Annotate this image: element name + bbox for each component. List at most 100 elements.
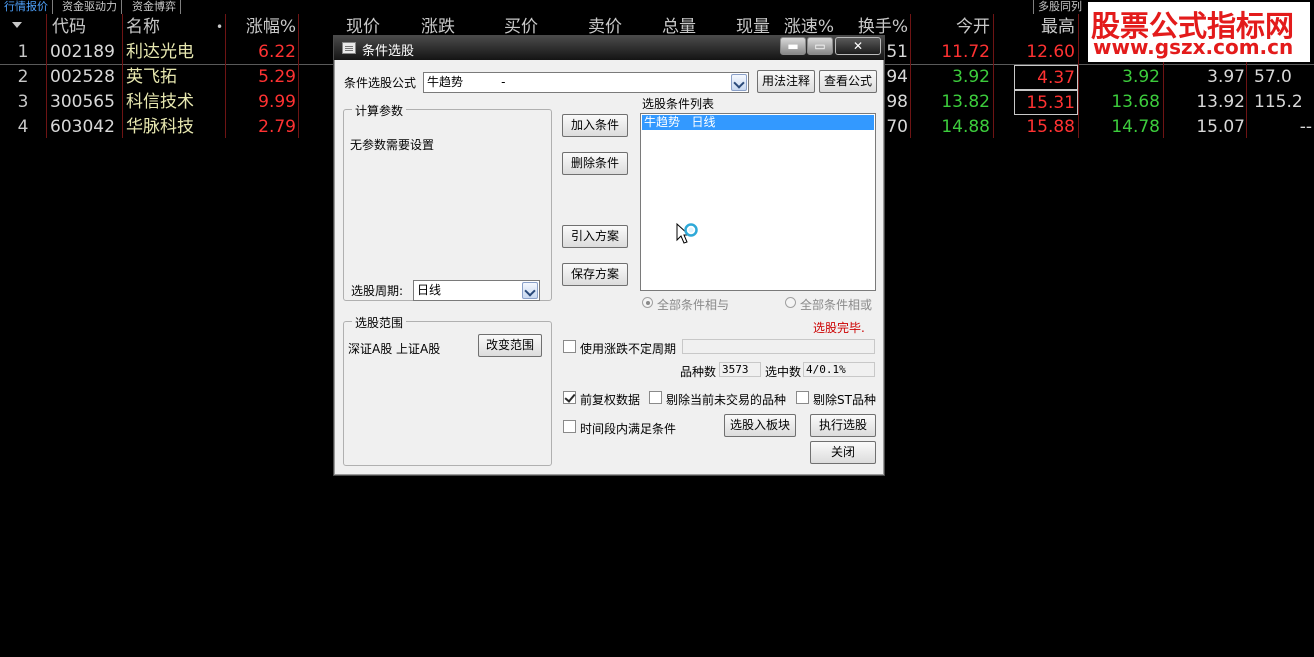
exclude-st-checkbox[interactable] xyxy=(796,391,809,404)
dialog-body: 条件选股公式 牛趋势 - 用法注释 查看公式 计算参数 无参数需要设置 选股周期… xyxy=(337,63,882,473)
busy-cursor-icon xyxy=(676,222,698,244)
period-select[interactable]: 日线 xyxy=(413,280,540,301)
view-formula-button[interactable]: 查看公式 xyxy=(819,70,877,93)
row-index: 4 xyxy=(17,117,29,137)
row-code: 603042 xyxy=(50,117,115,137)
period-range-field[interactable] xyxy=(682,339,875,354)
params-text: 无参数需要设置 xyxy=(350,138,435,152)
change-range-button[interactable]: 改变范围 xyxy=(478,334,542,357)
header-name[interactable]: 名称 xyxy=(126,14,206,40)
row-name: 英飞拓 xyxy=(126,67,177,87)
list-item[interactable]: 牛趋势 日线 xyxy=(642,115,874,130)
exclude-untraded-checkbox[interactable] xyxy=(649,391,662,404)
column-divider xyxy=(298,14,299,138)
minimize-button[interactable]: ▬ xyxy=(780,37,806,55)
range-group-title: 选股范围 xyxy=(352,314,407,331)
time-range-label: 时间段内满足条件 xyxy=(580,422,677,436)
add-condition-button[interactable]: 加入条件 xyxy=(562,114,628,137)
header-high[interactable]: 最高 xyxy=(995,14,1075,40)
row-col3: 3.92 xyxy=(1122,67,1160,87)
row-change-pct: 5.29 xyxy=(258,67,296,87)
row-name: 利达光电 xyxy=(126,42,194,62)
exclude-untraded-label: 剔除当前未交易的品种 xyxy=(666,393,787,407)
row-change-pct: 9.99 xyxy=(258,92,296,112)
delete-condition-button[interactable]: 删除条件 xyxy=(562,152,628,175)
row-col5: -- xyxy=(1299,117,1312,137)
header-change-pct[interactable]: 涨幅% xyxy=(228,14,296,40)
row-name: 华脉科技 xyxy=(126,117,194,137)
radio-all-and-label: 全部条件相与 xyxy=(657,298,730,312)
tab-fund-drive[interactable]: 资金驱动力 xyxy=(58,0,122,14)
row-col5: 115.2 xyxy=(1254,92,1303,112)
range-text: 深证A股 上证A股 xyxy=(348,342,441,356)
site-logo: 股票公式指标网 www.gszx.com.cn xyxy=(1088,2,1310,62)
row-code: 002528 xyxy=(50,67,115,87)
row-index: 3 xyxy=(17,92,29,112)
row-change-pct: 2.79 xyxy=(258,117,296,137)
condition-screen-dialog: 条件选股 ▬ ▭ ✕ 条件选股公式 牛趋势 - 用法注释 查看公式 计算参数 无… xyxy=(333,35,885,476)
row-high: 4.37 xyxy=(1014,65,1078,90)
formula-select[interactable]: 牛趋势 - xyxy=(423,72,749,93)
range-group: 选股范围 深证A股 上证A股 改变范围 xyxy=(343,314,552,466)
radio-all-and[interactable] xyxy=(642,297,653,308)
selected-value: 4/0.1% xyxy=(803,362,875,377)
header-code[interactable]: 代码 xyxy=(52,14,122,40)
row-col3: 14.78 xyxy=(1111,117,1160,137)
dialog-title: 条件选股 xyxy=(362,44,415,59)
sort-down-icon[interactable] xyxy=(12,22,22,28)
dialog-titlebar[interactable]: 条件选股 ▬ ▭ ✕ xyxy=(334,36,884,60)
count-label: 品种数 xyxy=(680,365,717,379)
row-col5: 57.0 xyxy=(1254,67,1292,87)
tab-quotes[interactable]: 行情报价 xyxy=(0,0,53,14)
maximize-button[interactable]: ▭ xyxy=(807,37,833,55)
exclude-st-label: 剔除ST品种 xyxy=(813,393,876,407)
tab-multi-stock[interactable]: 多股同列 xyxy=(1033,0,1086,14)
tab-fund-game[interactable]: 资金博弈 xyxy=(128,0,181,14)
chevron-down-icon[interactable] xyxy=(731,74,747,91)
close-icon[interactable]: ✕ xyxy=(835,37,881,55)
formula-select-value: 牛趋势 - xyxy=(427,75,506,89)
time-range-checkbox[interactable] xyxy=(563,420,576,433)
chevron-down-icon[interactable] xyxy=(522,282,538,299)
count-value: 3573 xyxy=(719,362,761,377)
close-button[interactable]: 关闭 xyxy=(810,441,876,464)
params-group: 计算参数 无参数需要设置 选股周期: 日线 xyxy=(343,102,552,301)
condition-list[interactable]: 牛趋势 日线 xyxy=(640,113,876,291)
row-high: 15.88 xyxy=(1026,117,1075,137)
save-scheme-button[interactable]: 保存方案 xyxy=(562,263,628,286)
adjusted-data-label: 前复权数据 xyxy=(580,393,641,407)
column-divider xyxy=(225,14,226,138)
header-open[interactable]: 今开 xyxy=(912,14,990,40)
import-scheme-button[interactable]: 引入方案 xyxy=(562,225,628,248)
row-high: 15.31 xyxy=(1014,90,1078,115)
row-high: 12.60 xyxy=(1026,42,1075,62)
use-period-checkbox[interactable] xyxy=(563,340,576,353)
row-index: 2 xyxy=(17,67,29,87)
period-label: 选股周期: xyxy=(351,284,404,298)
condition-list-label: 选股条件列表 xyxy=(642,97,715,111)
row-col4: 13.92 xyxy=(1196,92,1245,112)
usage-note-button[interactable]: 用法注释 xyxy=(757,70,815,93)
params-group-title: 计算参数 xyxy=(352,102,407,119)
formula-label: 条件选股公式 xyxy=(344,76,417,90)
radio-all-or-label: 全部条件相或 xyxy=(800,298,873,312)
column-divider xyxy=(910,14,911,138)
column-divider xyxy=(46,14,47,138)
row-col4: 15.07 xyxy=(1196,117,1245,137)
selected-label: 选中数 xyxy=(765,365,802,379)
row-col4: 3.97 xyxy=(1207,67,1245,87)
row-code: 002189 xyxy=(50,42,115,62)
logo-url: www.gszx.com.cn xyxy=(1093,35,1294,59)
add-to-block-button[interactable]: 选股入板块 xyxy=(724,414,796,437)
row-name: 科信技术 xyxy=(126,92,194,112)
row-change-pct: 6.22 xyxy=(258,42,296,62)
use-period-label: 使用涨跌不定周期 xyxy=(580,342,677,356)
column-divider xyxy=(122,14,123,138)
row-col3: 13.68 xyxy=(1111,92,1160,112)
adjusted-data-checkbox[interactable] xyxy=(563,391,576,404)
period-select-value: 日线 xyxy=(417,283,442,297)
row-open: 11.72 xyxy=(941,42,990,62)
row-open: 14.88 xyxy=(941,117,990,137)
radio-all-or[interactable] xyxy=(785,297,796,308)
run-screen-button[interactable]: 执行选股 xyxy=(810,414,876,437)
